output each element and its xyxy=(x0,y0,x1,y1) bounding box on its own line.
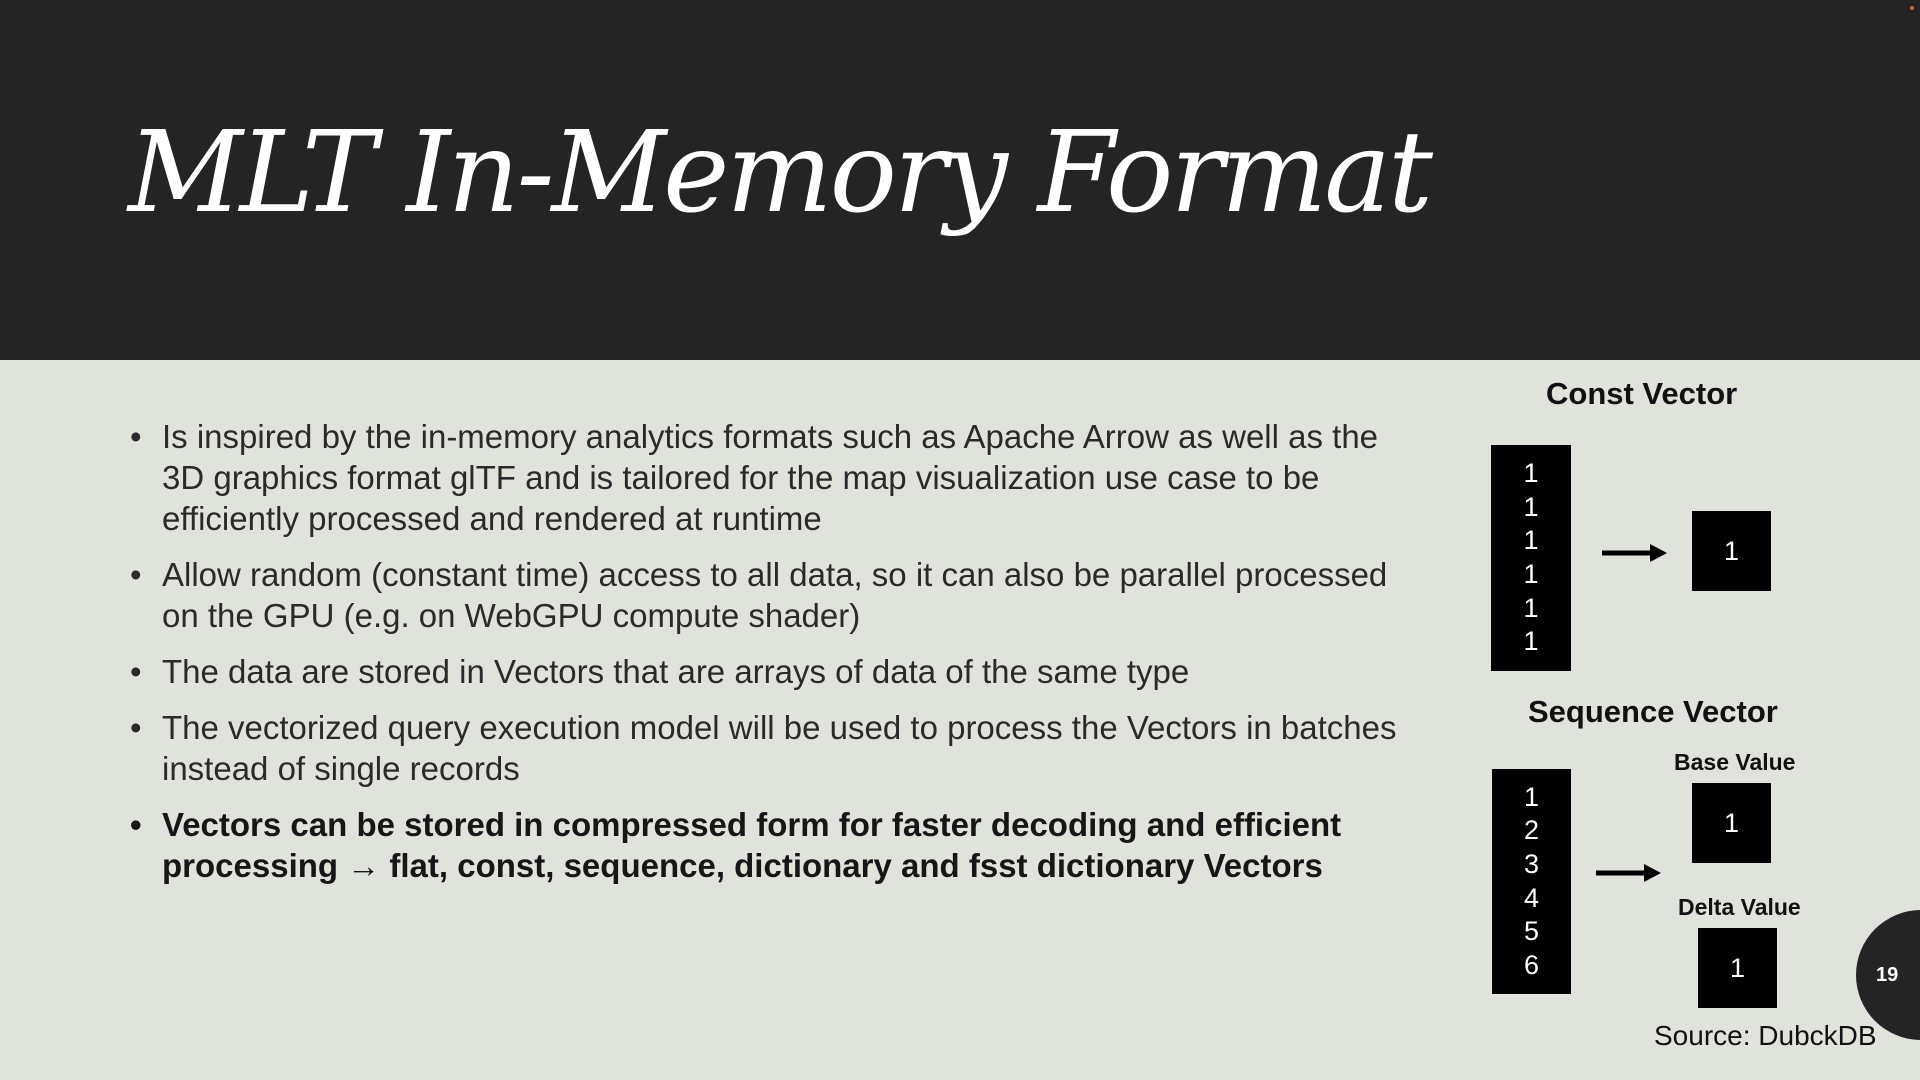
const-vector-value: 1 xyxy=(1523,559,1539,589)
source-caption: Source: DubckDB xyxy=(1654,1020,1877,1051)
bullet-list: • Is inspired by the in-memory analytics… xyxy=(128,416,1408,901)
const-vector-value: 1 xyxy=(1523,525,1539,556)
const-vector-values: 1 1 1 1 1 1 xyxy=(1491,445,1571,671)
sequence-vector-value: 1 xyxy=(1523,781,1540,812)
bullet-marker: • xyxy=(130,418,142,455)
bullet-item-highlight: • Vectors can be stored in compressed fo… xyxy=(128,804,1408,886)
bullet-marker: • xyxy=(130,653,142,690)
bullet-item: • The vectorized query execution model w… xyxy=(128,707,1408,789)
const-vector-value: 1 xyxy=(1523,491,1539,522)
base-value-box: 1 xyxy=(1692,783,1771,863)
delta-value-box: 1 xyxy=(1698,928,1777,1008)
sequence-vector-value: 5 xyxy=(1523,916,1540,947)
const-vector-result: 1 xyxy=(1692,511,1771,591)
sequence-vector-value: 4 xyxy=(1523,882,1540,913)
sequence-vector-heading: Sequence Vector xyxy=(1528,694,1778,729)
bullet-item: • Is inspired by the in-memory analytics… xyxy=(128,416,1408,539)
const-vector-value: 1 xyxy=(1523,626,1539,657)
bullet-marker: • xyxy=(130,806,142,843)
bullet-item: • The data are stored in Vectors that ar… xyxy=(128,651,1408,692)
const-vector-heading: Const Vector xyxy=(1546,376,1738,411)
slide: MLT In-Memory Format • Is inspired by th… xyxy=(0,0,1920,1080)
title-banner: MLT In-Memory Format xyxy=(0,0,1920,360)
const-vector-value: 1 xyxy=(1523,458,1539,489)
corner-marker xyxy=(1910,6,1914,10)
page-title: MLT In-Memory Format xyxy=(128,108,1433,238)
right-arrow-icon xyxy=(1602,544,1667,562)
right-arrow-icon xyxy=(1596,864,1661,882)
sequence-vector-values: 1 2 3 4 5 6 xyxy=(1492,769,1571,994)
page-number: 19 xyxy=(1876,964,1899,986)
sequence-vector-value: 2 xyxy=(1523,815,1540,846)
bullet-marker: • xyxy=(130,556,142,593)
bullet-marker: • xyxy=(130,709,142,746)
sequence-vector-value: 6 xyxy=(1523,949,1540,980)
delta-value-label: Delta Value xyxy=(1678,894,1801,920)
bullet-text: Is inspired by the in-memory analytics f… xyxy=(162,418,1379,537)
bullet-item: • Allow random (constant time) access to… xyxy=(128,554,1408,636)
bullet-text: The vectorized query execution model wil… xyxy=(162,709,1397,787)
const-vector-value: 1 xyxy=(1523,592,1539,623)
bullet-text: Allow random (constant time) access to a… xyxy=(162,556,1388,634)
bullet-text: The data are stored in Vectors that are … xyxy=(162,653,1190,690)
sequence-vector-value: 3 xyxy=(1523,848,1540,879)
bullet-text: Vectors can be stored in compressed form… xyxy=(162,806,1342,884)
base-value-label: Base Value xyxy=(1674,749,1796,775)
